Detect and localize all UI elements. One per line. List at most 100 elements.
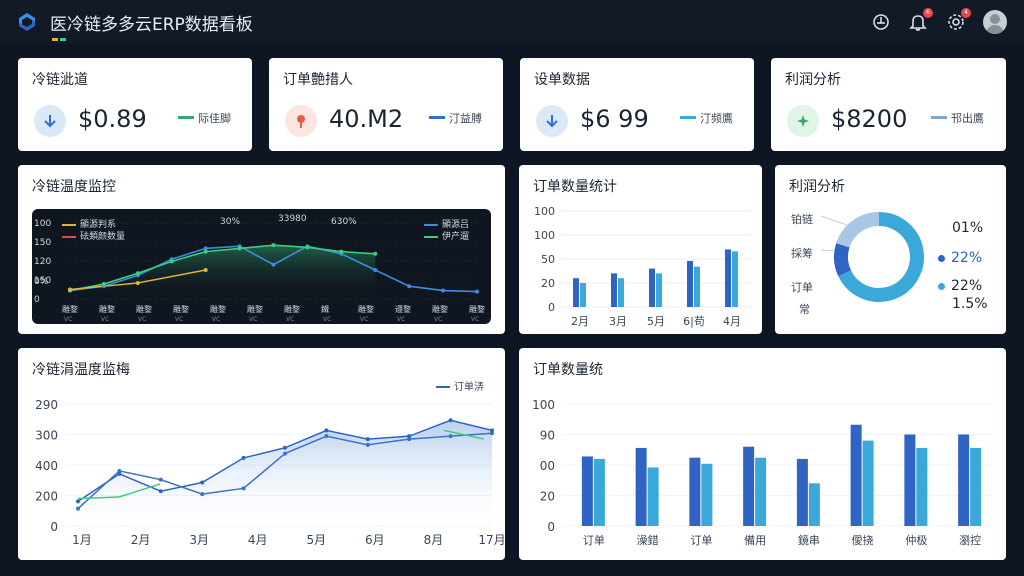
kpi-title: 订单艶措人: [283, 72, 353, 88]
temperature-chart: 100 150 120 150 0 雕錅 VC 雕錅 VC 雕錅 VC 雕錅 VC 雕錅 VC 雕錅 VC 雕錅 V…: [32, 209, 491, 324]
bell-icon[interactable]: 6: [907, 8, 933, 33]
panel-cold-area: 冷链涓温度监梅 290 300 400 200 0 1月 2月 3月 4月 5月 6月 8月 17月 订…: [18, 348, 505, 560]
x-tick-label: 订单: [690, 534, 712, 547]
data-point: [448, 434, 453, 439]
kpi-trend-line: [178, 116, 194, 119]
x-tick-label: 3月: [609, 315, 627, 328]
area-fill: [70, 245, 376, 297]
data-point: [490, 428, 494, 433]
y-tick-label: 20: [540, 490, 555, 504]
data-point: [241, 455, 246, 460]
bar: [796, 458, 808, 526]
bar: [618, 278, 624, 307]
y-tick-label: 20: [541, 277, 555, 290]
x-tick-label: 1月: [72, 533, 92, 547]
kpi-card-profit[interactable]: 利润分析 $8200 邗出鷹: [771, 58, 1006, 151]
data-point: [169, 259, 174, 264]
data-point: [237, 246, 242, 251]
x-tick-sublabel: VC: [138, 316, 146, 323]
data-point: [135, 271, 140, 276]
pie-legend-item: 22%: [938, 278, 982, 294]
data-point: [203, 249, 208, 254]
y-tick-label: 0: [547, 520, 555, 534]
kpi-title: 利润分析: [785, 72, 841, 88]
y-tick-label: 400: [35, 459, 58, 473]
x-tick-label: 3月: [189, 533, 209, 547]
kpi-value: 40.M2: [329, 105, 404, 133]
kpi-card-order-data[interactable]: 设单数据 $6 99 汀频鷹: [520, 58, 754, 151]
data-point: [373, 251, 378, 256]
kpi-title: 冷链泚道: [32, 72, 88, 88]
x-tick-label: 雕錅: [432, 304, 448, 314]
x-tick-label: 4月: [248, 533, 268, 547]
kpi-value: $6 99: [580, 105, 649, 133]
data-point: [475, 289, 479, 294]
pie-legend-item: 01%: [952, 220, 984, 236]
unit-label: 0%: [34, 277, 49, 287]
bar: [687, 260, 693, 307]
notification-badge: 6: [923, 8, 933, 18]
x-tick-label: 備用: [744, 534, 766, 547]
x-tick-label: 2月: [131, 533, 151, 547]
leader-line: [820, 249, 836, 252]
y-tick-label: 0: [548, 301, 555, 314]
data-point: [448, 418, 453, 423]
data-point: [324, 428, 329, 433]
panel-profit: 利润分析 铂链 採筹 订单 常 01% 22% 22% 1.5%: [775, 165, 1006, 334]
bar: [694, 266, 700, 307]
point-label: 30%: [220, 217, 241, 227]
bar: [743, 446, 755, 526]
x-tick-label: 5月: [647, 315, 665, 328]
pie-label: 订单: [791, 281, 813, 294]
data-point: [407, 284, 412, 289]
app-title: 医冷链多多云ERP数据看板: [50, 15, 253, 35]
x-tick-label: 雕錅: [358, 304, 374, 314]
y-tick-label: 0: [34, 295, 40, 305]
x-tick-label: 雕錅: [247, 304, 263, 314]
kpi-trend-line: [680, 116, 696, 119]
bar: [850, 424, 862, 526]
x-tick-sublabel: VC: [434, 316, 442, 323]
legend-item: 伊产遛: [424, 229, 469, 242]
kpi-card-orders[interactable]: 订单艶措人 40.M2 汀益膊: [269, 58, 503, 151]
panel-title: 冷链温度监控: [32, 179, 116, 195]
x-tick-label: 雕錅: [284, 304, 300, 314]
x-tick-label: 6|苟: [683, 314, 705, 328]
x-tick-label: 5月: [306, 533, 326, 547]
bar: [573, 278, 579, 307]
y-tick-label: 120: [34, 257, 51, 267]
x-tick-label: 仲极: [905, 533, 927, 547]
x-tick-sublabel: VC: [249, 316, 257, 323]
bar: [611, 273, 617, 307]
y-tick-label: 100: [534, 229, 555, 242]
x-tick-label: 鏡串: [798, 533, 820, 547]
avatar[interactable]: [983, 10, 1007, 34]
x-tick-label: 遵錅: [395, 304, 411, 314]
bar: [689, 457, 701, 526]
y-tick-label: 300: [35, 429, 58, 443]
kpi-trend-line: [931, 116, 947, 119]
settings-badge: 4: [961, 8, 971, 18]
y-tick-label: 100: [532, 398, 555, 412]
kpi-card-cold-chain[interactable]: 冷链泚道 $0.89 际佳脚: [18, 58, 252, 151]
gear-icon[interactable]: 4: [945, 8, 971, 33]
x-tick-label: 4月: [723, 315, 741, 328]
bar: [970, 447, 982, 526]
x-tick-label: 2月: [571, 315, 589, 328]
kpi-trend-label: 汀频鷹: [700, 112, 733, 125]
pie-legend-item: 22%: [938, 250, 982, 266]
bar: [904, 434, 916, 526]
data-point: [271, 262, 276, 267]
x-tick-label: 瀏控: [959, 533, 981, 547]
data-point: [76, 499, 80, 504]
x-tick-sublabel: VC: [64, 316, 72, 323]
x-tick-label: 鐵: [321, 304, 329, 314]
y-tick-label: 90: [540, 429, 555, 443]
data-point: [324, 434, 329, 439]
kpi-trend-label: 际佳脚: [198, 112, 231, 125]
data-point: [373, 268, 378, 272]
x-tick-label: 澡錯: [637, 533, 659, 547]
monitor-icon[interactable]: [870, 11, 892, 33]
top-bar: 医冷链多多云ERP数据看板 6 4: [0, 0, 1024, 44]
y-tick-label: 100: [34, 219, 51, 229]
